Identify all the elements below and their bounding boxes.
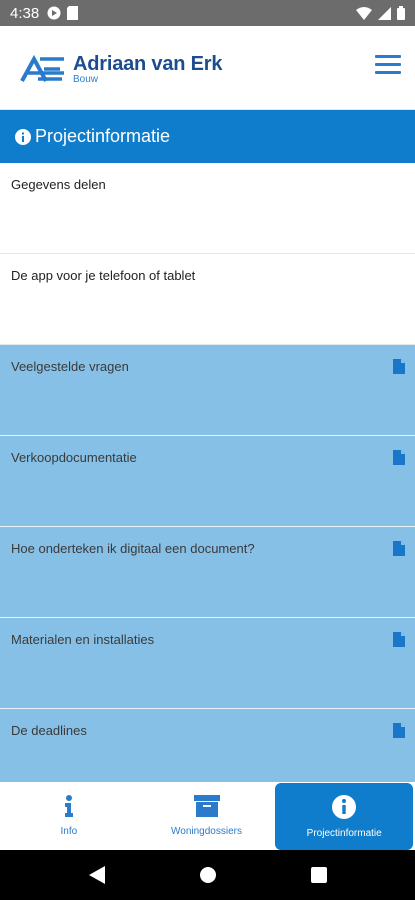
back-icon[interactable]: [88, 866, 105, 884]
list-item-label: Veelgestelde vragen: [11, 359, 129, 374]
sim-icon: [67, 6, 79, 20]
section-header: Projectinformatie: [0, 110, 415, 163]
status-time: 4:38: [10, 4, 40, 22]
tab-projectinformatie[interactable]: Projectinformatie: [275, 783, 414, 850]
media-play-icon: [47, 6, 61, 20]
list-item-verkoopdocumentatie[interactable]: Verkoopdocumentatie: [0, 436, 415, 527]
battery-icon: [397, 6, 405, 20]
app-header: Adriaan van Erk Bouw: [0, 26, 415, 110]
brand-logo-mark-icon: [20, 54, 64, 82]
list-item-digitaal-ondertekenen[interactable]: Hoe onderteken ik digitaal een document?: [0, 527, 415, 618]
home-icon[interactable]: [199, 866, 217, 884]
document-icon: [393, 450, 405, 465]
tab-info-label: Info: [60, 826, 78, 837]
brand-sub: Bouw: [73, 74, 99, 85]
tab-projectinformatie-label: Projectinformatie: [306, 827, 382, 839]
list-item-label: Verkoopdocumentatie: [11, 450, 137, 465]
tab-woningdossiers-label: Woningdossiers: [171, 826, 242, 837]
list-item-label: Hoe onderteken ik digitaal een document?: [11, 541, 255, 556]
status-right-icons: [356, 6, 405, 20]
brand-logo[interactable]: Adriaan van Erk Bouw: [18, 53, 222, 85]
info-circle-icon: [15, 128, 31, 145]
list-item-label: De app voor je telefoon of tablet: [11, 268, 196, 283]
project-info-list: Gegevens delen De app voor je telefoon o…: [0, 163, 415, 800]
document-icon: [393, 359, 405, 374]
document-icon: [393, 723, 405, 738]
tab-info[interactable]: Info: [0, 782, 138, 850]
system-nav-bar: [0, 850, 415, 900]
list-item-gegevens-delen[interactable]: Gegevens delen: [0, 163, 415, 254]
section-title: Projectinformatie: [35, 126, 171, 146]
brand-text: Adriaan van Erk Bouw: [73, 53, 222, 85]
recents-icon[interactable]: [310, 867, 327, 883]
list-item-label: De deadlines: [11, 723, 87, 738]
signal-icon: [378, 6, 391, 20]
document-icon: [393, 541, 405, 556]
status-left-icons: [47, 6, 79, 20]
list-item-veelgestelde-vragen[interactable]: Veelgestelde vragen: [0, 345, 415, 436]
list-item-label: Materialen en installaties: [11, 632, 155, 647]
bottom-tab-bar: Info Woningdossiers Projectinformatie: [0, 782, 415, 850]
info-icon: [64, 795, 73, 817]
tab-woningdossiers[interactable]: Woningdossiers: [138, 782, 276, 850]
info-circle-icon: [332, 794, 357, 819]
hamburger-menu-icon[interactable]: [375, 55, 401, 77]
archive-box-icon: [193, 795, 220, 817]
document-icon: [393, 632, 405, 647]
wifi-icon: [356, 6, 372, 20]
status-bar: 4:38: [0, 0, 415, 26]
list-item-label: Gegevens delen: [11, 177, 106, 192]
list-item-materialen-installaties[interactable]: Materialen en installaties: [0, 618, 415, 709]
list-item-app-telefoon-tablet[interactable]: De app voor je telefoon of tablet: [0, 254, 415, 345]
brand-name: Adriaan van Erk: [73, 53, 223, 75]
